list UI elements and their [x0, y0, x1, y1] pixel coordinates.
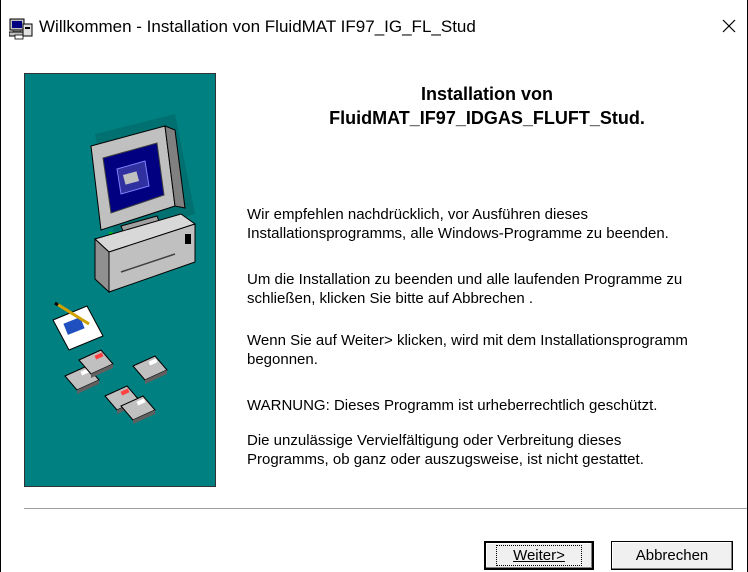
paragraph-cancel-info: Um die Installation zu beenden und alle …: [247, 271, 683, 307]
close-button[interactable]: [711, 8, 747, 48]
separator-line: [24, 508, 747, 510]
title-bar[interactable]: Willkommen - Installation von FluidMAT I…: [1, 0, 747, 62]
next-button[interactable]: Weiter>: [484, 541, 594, 570]
next-button-label: Weiter>: [513, 547, 565, 564]
cancel-button[interactable]: Abbrechen: [611, 541, 733, 570]
title-line-1: Installation von: [420, 84, 553, 104]
window-title: Willkommen - Installation von FluidMAT I…: [39, 17, 476, 36]
close-icon: [721, 18, 737, 39]
paragraph-close-programs: Wir empfehlen nachdrücklich, vor Ausführ…: [247, 206, 669, 242]
paragraph-next-info: Wenn Sie auf Weiter> klicken, wird mit d…: [247, 332, 688, 368]
cancel-button-label: Abbrechen: [635, 547, 709, 564]
dialog-body: Installation von FluidMAT_IF97_IDGAS_FLU…: [1, 62, 747, 572]
page-title: Installation von FluidMAT_IF97_IDGAS_FLU…: [237, 82, 737, 130]
paragraph-copying-prohibited: Die unzulässige Vervielfältigung oder Ve…: [247, 432, 644, 468]
welcome-illustration-panel: [24, 73, 216, 487]
setup-computer-icon: [8, 16, 33, 40]
installer-window: Willkommen - Installation von FluidMAT I…: [0, 0, 748, 572]
title-line-2: FluidMAT_IF97_IDGAS_FLUFT_Stud.: [329, 108, 645, 128]
computer-with-disks-illustration: [52, 114, 197, 424]
next-button-focus-rect: Weiter>: [496, 545, 582, 566]
paragraph-copyright-warning: WARNUNG: Dieses Programm ist urheberrech…: [247, 397, 658, 414]
